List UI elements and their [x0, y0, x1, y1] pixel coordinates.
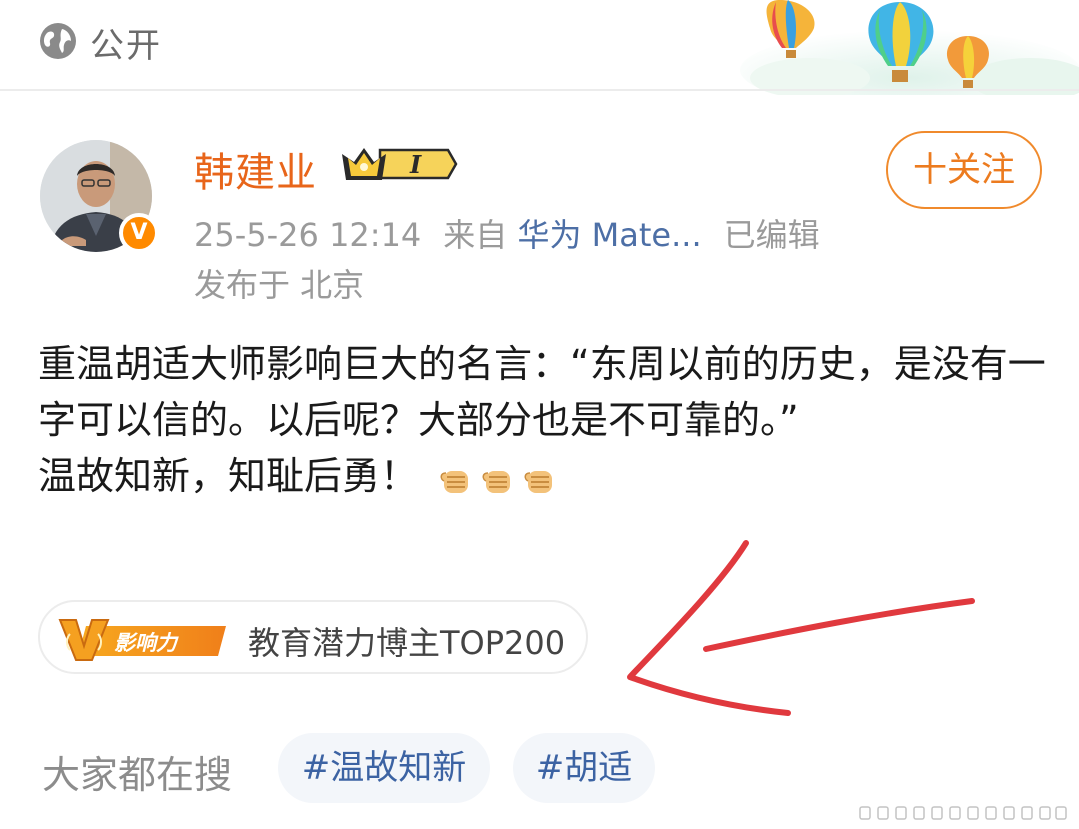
fist-emoji-icon — [440, 471, 469, 493]
follow-button[interactable]: 十关注 — [886, 131, 1042, 209]
fist-emoji-icon — [482, 471, 511, 493]
balloons-decoration — [740, 0, 1079, 95]
author-name[interactable]: 韩建业 — [194, 140, 317, 198]
source-prefix: 来自 — [443, 216, 508, 254]
influence-badge-text: 影响力 — [114, 631, 179, 655]
post-text-line: 重温胡适大师影响巨大的名言：“东周以前的历史，是没有一字可以信的。以后呢？大部分… — [38, 342, 1046, 442]
more-indicator — [859, 806, 1067, 820]
emoji-row — [438, 451, 564, 507]
post-body: 重温胡适大师影响巨大的名言：“东周以前的历史，是没有一字可以信的。以后呢？大部分… — [38, 336, 1048, 507]
edited-label[interactable]: 已编辑 — [724, 216, 820, 254]
fist-emoji-icon — [524, 471, 553, 493]
post-meta: 25-5-26 12:14 来自 华为 Mate... 已编辑 — [194, 210, 820, 256]
annotation-arrow — [627, 540, 975, 716]
search-tag[interactable]: #温故知新 — [278, 733, 490, 803]
post-text-line: 温故知新，知耻后勇！ — [38, 448, 1048, 507]
device-link[interactable]: 华为 Mate... — [517, 216, 701, 254]
post-timestamp: 25-5-26 12:14 — [194, 216, 422, 254]
verified-badge: V — [119, 213, 159, 253]
rank-label: 教育潜力博主TOP200 — [248, 624, 566, 662]
search-tag[interactable]: #胡适 — [513, 733, 655, 803]
influence-rank-pill[interactable]: 影响力 教育潜力博主TOP200 — [38, 600, 588, 674]
visibility-bar: 公开 — [0, 0, 1079, 95]
influence-badge: 影响力 — [58, 619, 226, 661]
visibility-label: 公开 — [90, 26, 162, 66]
member-crown-badge: I — [342, 148, 458, 180]
member-level: I — [409, 150, 422, 179]
trending-search-label: 大家都在搜 — [42, 753, 233, 797]
globe-icon — [40, 23, 76, 59]
post-location: 发布于 北京 — [194, 266, 365, 304]
